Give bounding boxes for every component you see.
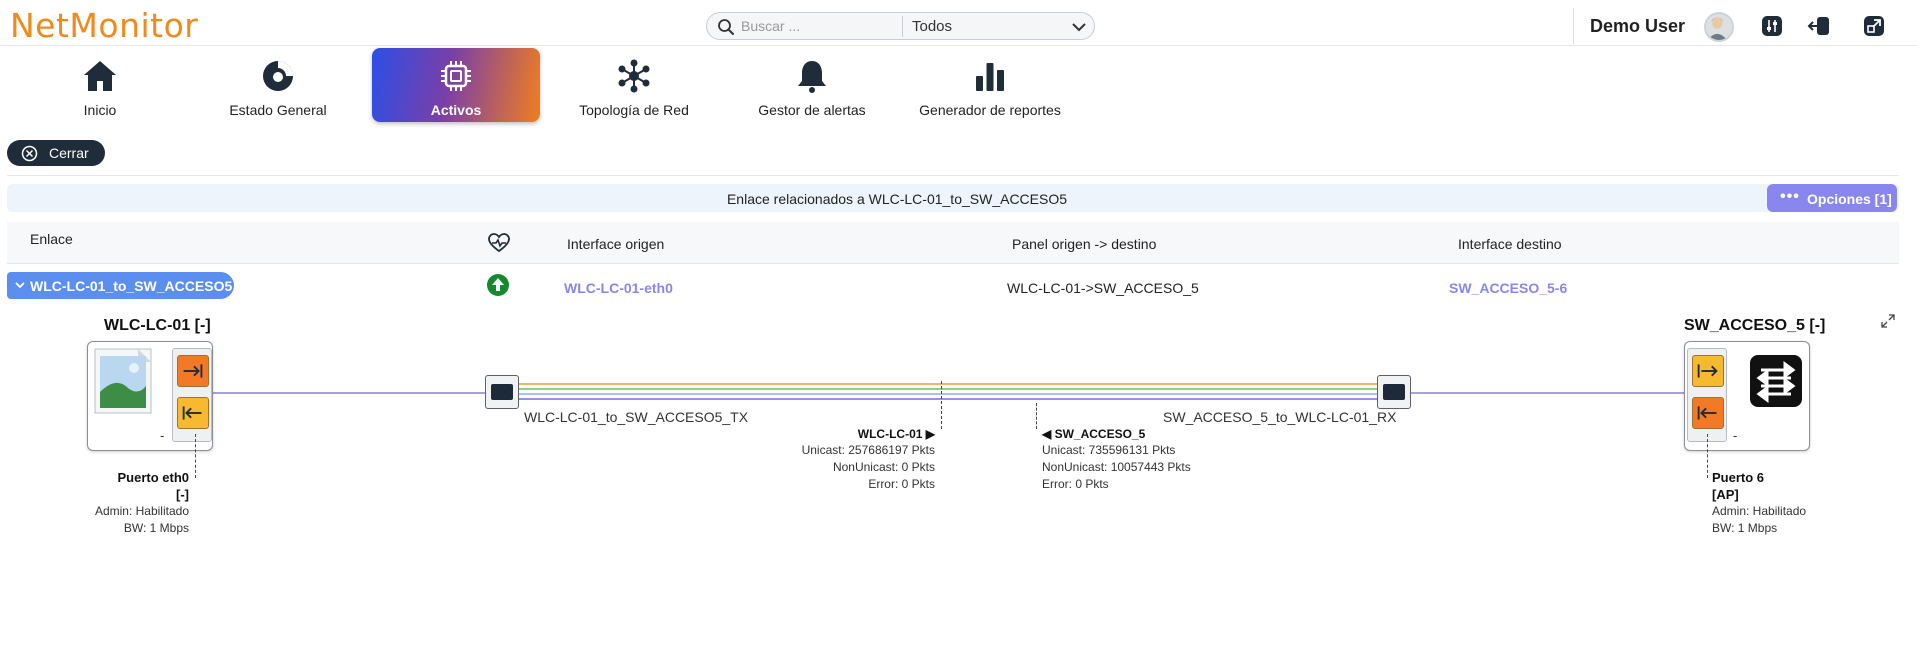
nav-label: Generador de reportes — [919, 102, 1061, 118]
right-port-name: Puerto 6 — [1712, 470, 1765, 485]
panel-origin-dest: WLC-LC-01->SW_ACCESO_5 — [1007, 280, 1199, 296]
close-button[interactable]: Cerrar — [7, 140, 105, 166]
bell-icon — [798, 61, 826, 93]
chevron-down-icon[interactable] — [1071, 19, 1087, 35]
top-bar: NetMonitor Todos Demo User — [0, 0, 1917, 46]
left-stats-nonunicast: NonUnicast: 0 Pkts — [832, 460, 935, 474]
home-icon — [84, 61, 116, 91]
expand-icon[interactable] — [1880, 313, 1896, 329]
bar-chart-icon — [976, 63, 1004, 91]
nav-topologia[interactable]: Topología de Red — [550, 48, 718, 122]
left-device-status: - — [160, 428, 165, 443]
column-header-link[interactable]: Enlace — [30, 231, 73, 247]
stats-leader-left — [941, 381, 942, 429]
gauge-icon — [263, 61, 293, 91]
link-panel-header: Enlace relacionados a WLC-LC-01_to_SW_AC… — [7, 184, 1899, 212]
right-device-status: - — [1733, 428, 1738, 443]
stats-leader-right — [1036, 403, 1037, 429]
column-header-interface-dest[interactable]: Interface destino — [1458, 236, 1562, 252]
connector-origin-icon[interactable] — [485, 375, 519, 409]
search-icon[interactable] — [717, 18, 735, 36]
chip-icon — [441, 61, 471, 91]
right-port-strip — [1687, 348, 1727, 442]
avatar[interactable] — [1704, 12, 1734, 42]
settings-sliders-icon[interactable] — [1760, 14, 1784, 38]
left-port-admin: Admin: Habilitado — [94, 504, 189, 518]
nav-estado-general[interactable]: Estado General — [194, 48, 362, 122]
heart-pulse-icon — [488, 233, 510, 253]
port-leader-right — [1707, 434, 1708, 478]
right-port-bw: BW: 1 Mbps — [1712, 521, 1778, 535]
left-port-bw: BW: 1 Mbps — [123, 521, 189, 535]
user-divider — [1573, 8, 1574, 44]
search-input[interactable] — [741, 13, 901, 39]
right-stats-nonunicast: NonUnicast: 10057443 Pkts — [1042, 460, 1191, 474]
search-scope-select[interactable]: Todos — [912, 18, 952, 35]
link-panel-title: Enlace relacionados a WLC-LC-01_to_SW_AC… — [726, 191, 1068, 207]
nav-label: Estado General — [229, 102, 327, 118]
port-out-icon[interactable] — [1692, 397, 1724, 429]
right-device-box[interactable]: - — [1684, 341, 1810, 451]
divider — [7, 175, 1899, 176]
connector-dest-icon[interactable] — [1377, 375, 1411, 409]
column-header-panel[interactable]: Panel origen -> destino — [1012, 236, 1156, 252]
left-stats-error: Error: 0 Pkts — [868, 477, 935, 491]
nav-generador-reportes[interactable]: Generador de reportes — [906, 48, 1074, 122]
options-button-label: Opciones [1] — [1807, 191, 1892, 207]
global-search: Todos — [706, 12, 1095, 40]
table-header — [7, 222, 1899, 264]
right-port-tag: [AP] — [1712, 487, 1739, 502]
right-port-admin: Admin: Habilitado — [1712, 504, 1807, 518]
chevron-down-icon — [15, 282, 25, 289]
close-circle-icon — [21, 145, 38, 162]
column-header-interface-origin[interactable]: Interface origen — [567, 236, 664, 252]
logout-icon[interactable] — [1807, 14, 1831, 38]
link-name: WLC-LC-01_to_SW_ACCESO5 — [30, 278, 233, 294]
more-dots-icon: ••• — [1780, 188, 1800, 205]
right-stats-error: Error: 0 Pkts — [1042, 477, 1109, 491]
rx-link-label[interactable]: SW_ACCESO_5_to_WLC-LC-01_RX — [1163, 409, 1396, 425]
topology-icon — [618, 59, 650, 93]
status-up-arrow-icon — [487, 274, 509, 296]
right-stats-unicast: Unicast: 735596131 Pkts — [1042, 443, 1176, 457]
user-name[interactable]: Demo User — [1590, 16, 1685, 37]
interface-dest-link[interactable]: SW_ACCESO_5-6 — [1449, 280, 1567, 296]
left-stats-unicast: Unicast: 257686197 Pkts — [801, 443, 935, 457]
left-device-title[interactable]: WLC-LC-01 [-] — [104, 317, 211, 335]
fullscreen-icon[interactable] — [1862, 14, 1886, 38]
tx-link-label[interactable]: WLC-LC-01_to_SW_ACCESO5_TX — [524, 409, 748, 425]
switch-icon — [1750, 355, 1802, 407]
right-stats-title: ◀ SW_ACCESO_5 — [1042, 427, 1146, 441]
nav-activos[interactable]: Activos — [372, 48, 540, 122]
nav-gestor-alertas[interactable]: Gestor de alertas — [728, 48, 896, 122]
app-logo[interactable]: NetMonitor — [10, 6, 198, 45]
right-device-title[interactable]: SW_ACCESO_5 [-] — [1684, 317, 1825, 335]
nav-label: Inicio — [83, 102, 117, 118]
left-port-name: Puerto eth0 — [117, 470, 189, 485]
device-image-placeholder-icon — [94, 348, 152, 414]
left-stats-title: WLC-LC-01 ▶ — [857, 427, 935, 441]
left-port-strip — [172, 348, 212, 442]
nav-label: Gestor de alertas — [758, 102, 866, 118]
left-port-tag: [-] — [176, 487, 189, 502]
port-in-icon[interactable] — [1692, 355, 1724, 387]
table-row-link-toggle[interactable]: WLC-LC-01_to_SW_ACCESO5 — [7, 272, 234, 299]
nav-label: Topología de Red — [579, 102, 689, 118]
search-divider — [902, 16, 903, 37]
nav-label: Activos — [430, 102, 482, 118]
options-button[interactable]: ••• Opciones [1] — [1767, 184, 1897, 212]
close-button-label: Cerrar — [49, 145, 89, 161]
nav-inicio[interactable]: Inicio — [16, 48, 184, 122]
port-in-icon[interactable] — [177, 397, 209, 429]
interface-origin-link[interactable]: WLC-LC-01-eth0 — [564, 280, 673, 296]
port-leader-left — [195, 434, 196, 478]
port-out-icon[interactable] — [177, 355, 209, 387]
